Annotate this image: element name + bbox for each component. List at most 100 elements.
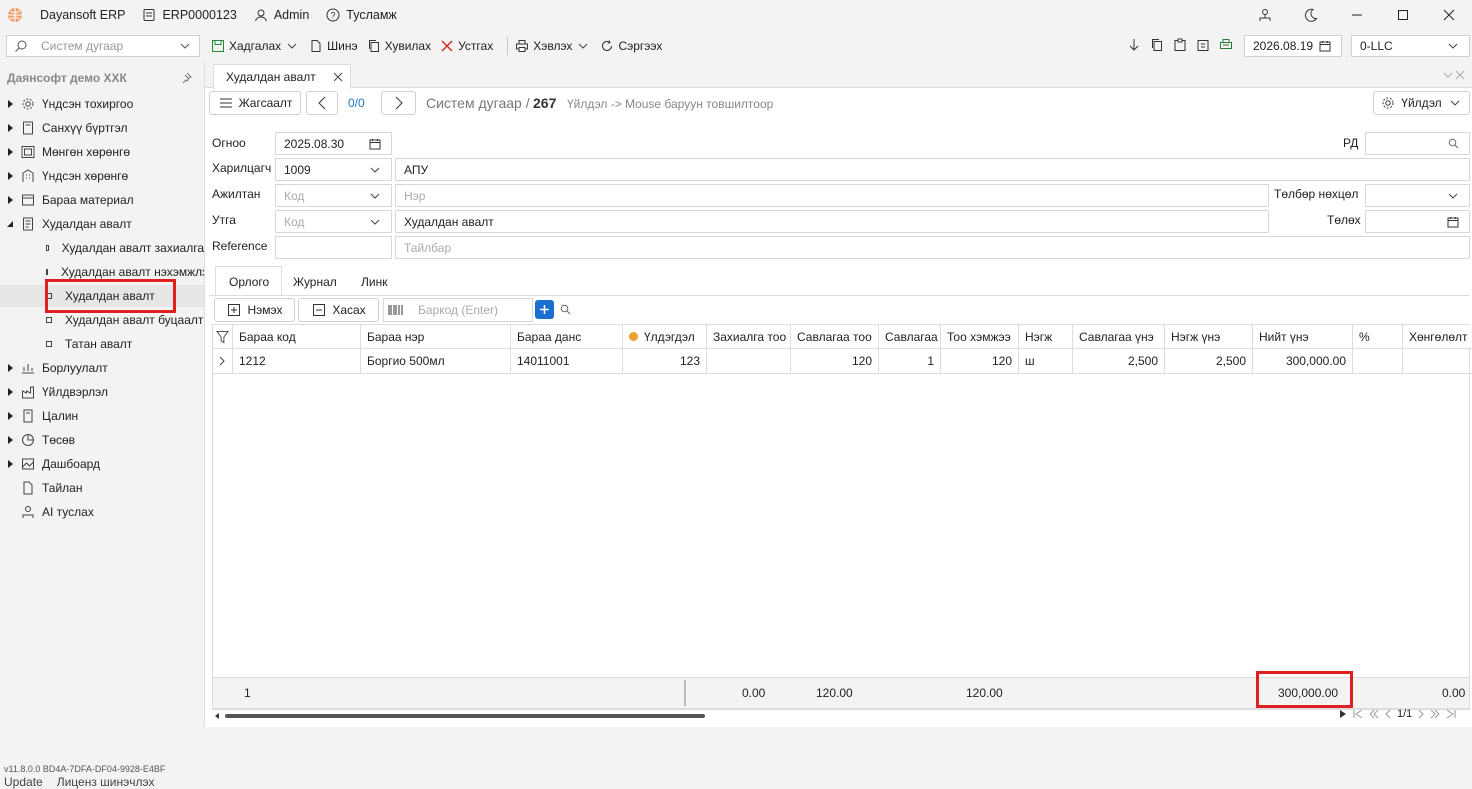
excel-printer-icon[interactable]: [1218, 37, 1234, 53]
prev-button[interactable]: [306, 91, 338, 115]
table-cell[interactable]: 120: [941, 349, 1019, 374]
table-cell[interactable]: Боргио 500мл: [361, 349, 511, 374]
column-header[interactable]: Савлагаа: [879, 325, 941, 349]
close-window-button[interactable]: [1426, 0, 1472, 30]
description-field[interactable]: Тайлбар: [395, 236, 1470, 259]
system-number-search[interactable]: Систем дугаар: [6, 35, 200, 57]
employee-code-select[interactable]: Код: [275, 184, 392, 207]
table-cell[interactable]: [1353, 349, 1403, 374]
sidebar-item-ai[interactable]: AI туслах: [0, 501, 204, 523]
column-header[interactable]: Бараа данс: [511, 325, 623, 349]
collapsed-triangle-icon[interactable]: [0, 436, 20, 444]
column-header[interactable]: Тоо хэмжээ: [941, 325, 1019, 349]
purpose-code-select[interactable]: Код: [275, 210, 392, 233]
table-cell[interactable]: ш: [1019, 349, 1073, 374]
column-header[interactable]: Захиалга тоо: [707, 325, 791, 349]
sidebar-item-inventory[interactable]: Бараа материал: [0, 189, 204, 211]
purpose-field[interactable]: Худалдан авалт: [395, 210, 1269, 233]
pay-date-field[interactable]: [1365, 210, 1470, 233]
prev-page-icon[interactable]: [1385, 709, 1391, 719]
date-picker[interactable]: 2026.08.19: [1244, 35, 1342, 57]
collapsed-triangle-icon[interactable]: [0, 364, 20, 372]
column-header[interactable]: Нэгж үнэ: [1165, 325, 1253, 349]
barcode-search-icon[interactable]: [560, 304, 571, 315]
barcode-add-button[interactable]: [535, 300, 554, 319]
update-link[interactable]: Update: [4, 775, 43, 789]
paste-icon[interactable]: [1195, 37, 1211, 53]
table-cell[interactable]: 2,500: [1165, 349, 1253, 374]
new-button[interactable]: Шинэ: [308, 38, 358, 54]
sidebar-item-ledger[interactable]: Санхүү бүртгэл: [0, 117, 204, 139]
next-page-icon[interactable]: [1339, 709, 1347, 719]
download-icon[interactable]: [1126, 37, 1142, 53]
help-menu[interactable]: ? Тусламж: [325, 7, 397, 23]
next-button[interactable]: [381, 91, 416, 115]
tab-purchase[interactable]: Худалдан авалт: [213, 64, 351, 89]
expanded-triangle-icon[interactable]: [0, 220, 20, 228]
column-header[interactable]: Үлдэгдэл: [623, 325, 707, 349]
rd-search-field[interactable]: [1365, 132, 1470, 155]
company-select[interactable]: 0-LLC: [1351, 35, 1470, 57]
collapsed-triangle-icon[interactable]: [0, 100, 20, 108]
delete-button[interactable]: Устгах: [439, 38, 493, 54]
column-header[interactable]: Нийт үнэ: [1253, 325, 1353, 349]
theme-toggle[interactable]: [1288, 0, 1334, 30]
db-selector[interactable]: ERP0000123: [141, 7, 237, 23]
sidebar-item-factory[interactable]: Үйлдвэрлэл: [0, 381, 204, 403]
documents-icon[interactable]: [1149, 37, 1165, 53]
partner-name-field[interactable]: АПУ: [395, 158, 1470, 181]
maximize-button[interactable]: [1380, 0, 1426, 30]
employee-name-field[interactable]: Нэр: [395, 184, 1269, 207]
close-tab-icon[interactable]: [330, 69, 346, 85]
minimize-button[interactable]: [1334, 0, 1380, 30]
tab-link[interactable]: Линк: [361, 268, 387, 296]
collapsed-triangle-icon[interactable]: [0, 412, 20, 420]
table-cell[interactable]: 120: [791, 349, 879, 374]
collapsed-triangle-icon[interactable]: [0, 460, 20, 468]
table-cell[interactable]: [707, 349, 791, 374]
tab-journal[interactable]: Журнал: [293, 268, 337, 296]
collapsed-triangle-icon[interactable]: [0, 388, 20, 396]
remove-row-button[interactable]: Хасах: [298, 298, 379, 322]
table-cell[interactable]: [1403, 349, 1472, 374]
tab-controls[interactable]: [1443, 70, 1465, 80]
table-cell[interactable]: 300,000.00: [1253, 349, 1353, 374]
collapsed-triangle-icon[interactable]: [0, 148, 20, 156]
table-cell[interactable]: 14011001: [511, 349, 623, 374]
table-cell[interactable]: 2,500: [1073, 349, 1165, 374]
sidebar-subitem[interactable]: Татан авалт: [0, 333, 204, 355]
sidebar-item-report[interactable]: Тайлан: [0, 477, 204, 499]
column-header[interactable]: Савлагаа тоо: [791, 325, 879, 349]
table-cell[interactable]: 1: [879, 349, 941, 374]
row-expand-icon[interactable]: [213, 349, 233, 374]
sidebar-item-gear[interactable]: Үндсэн тохиргоо: [0, 93, 204, 115]
print-button[interactable]: Хэвлэх: [514, 38, 591, 54]
column-header[interactable]: Бараа код: [233, 325, 361, 349]
column-header[interactable]: Нэгж: [1019, 325, 1073, 349]
sidebar-subitem[interactable]: Худалдан авалт захиалга: [0, 237, 204, 259]
partner-code-select[interactable]: 1009: [275, 158, 392, 181]
prev-prev-icon[interactable]: [1369, 709, 1379, 719]
sidebar-item-purchase[interactable]: Худалдан авалт: [0, 213, 204, 235]
payment-terms-select[interactable]: [1365, 184, 1470, 207]
next-page-arrow-icon[interactable]: [1418, 709, 1425, 719]
barcode-input[interactable]: Баркод (Enter): [383, 298, 533, 322]
save-button[interactable]: Хадгалах: [210, 38, 300, 54]
sidebar-item-budget[interactable]: Төсөв: [0, 429, 204, 451]
reference-field[interactable]: [275, 236, 392, 259]
sidebar-item-sales[interactable]: Борлуулалт: [0, 357, 204, 379]
action-button[interactable]: Үйлдэл: [1373, 91, 1470, 115]
pin-icon[interactable]: [180, 72, 192, 84]
table-cell[interactable]: 123: [623, 349, 707, 374]
collapsed-triangle-icon[interactable]: [0, 196, 20, 204]
add-row-button[interactable]: Нэмэх: [214, 298, 295, 322]
date-field[interactable]: 2025.08.30: [275, 132, 392, 155]
sidebar-item-salary[interactable]: Цалин: [0, 405, 204, 427]
column-header[interactable]: %: [1353, 325, 1403, 349]
column-header[interactable]: Савлагаа үнэ: [1073, 325, 1165, 349]
notification-button[interactable]: [1242, 0, 1288, 30]
table-cell[interactable]: 1212: [233, 349, 361, 374]
collapsed-triangle-icon[interactable]: [0, 124, 20, 132]
sidebar-item-building[interactable]: Үндсэн хөрөнгө: [0, 165, 204, 187]
collapsed-triangle-icon[interactable]: [0, 172, 20, 180]
